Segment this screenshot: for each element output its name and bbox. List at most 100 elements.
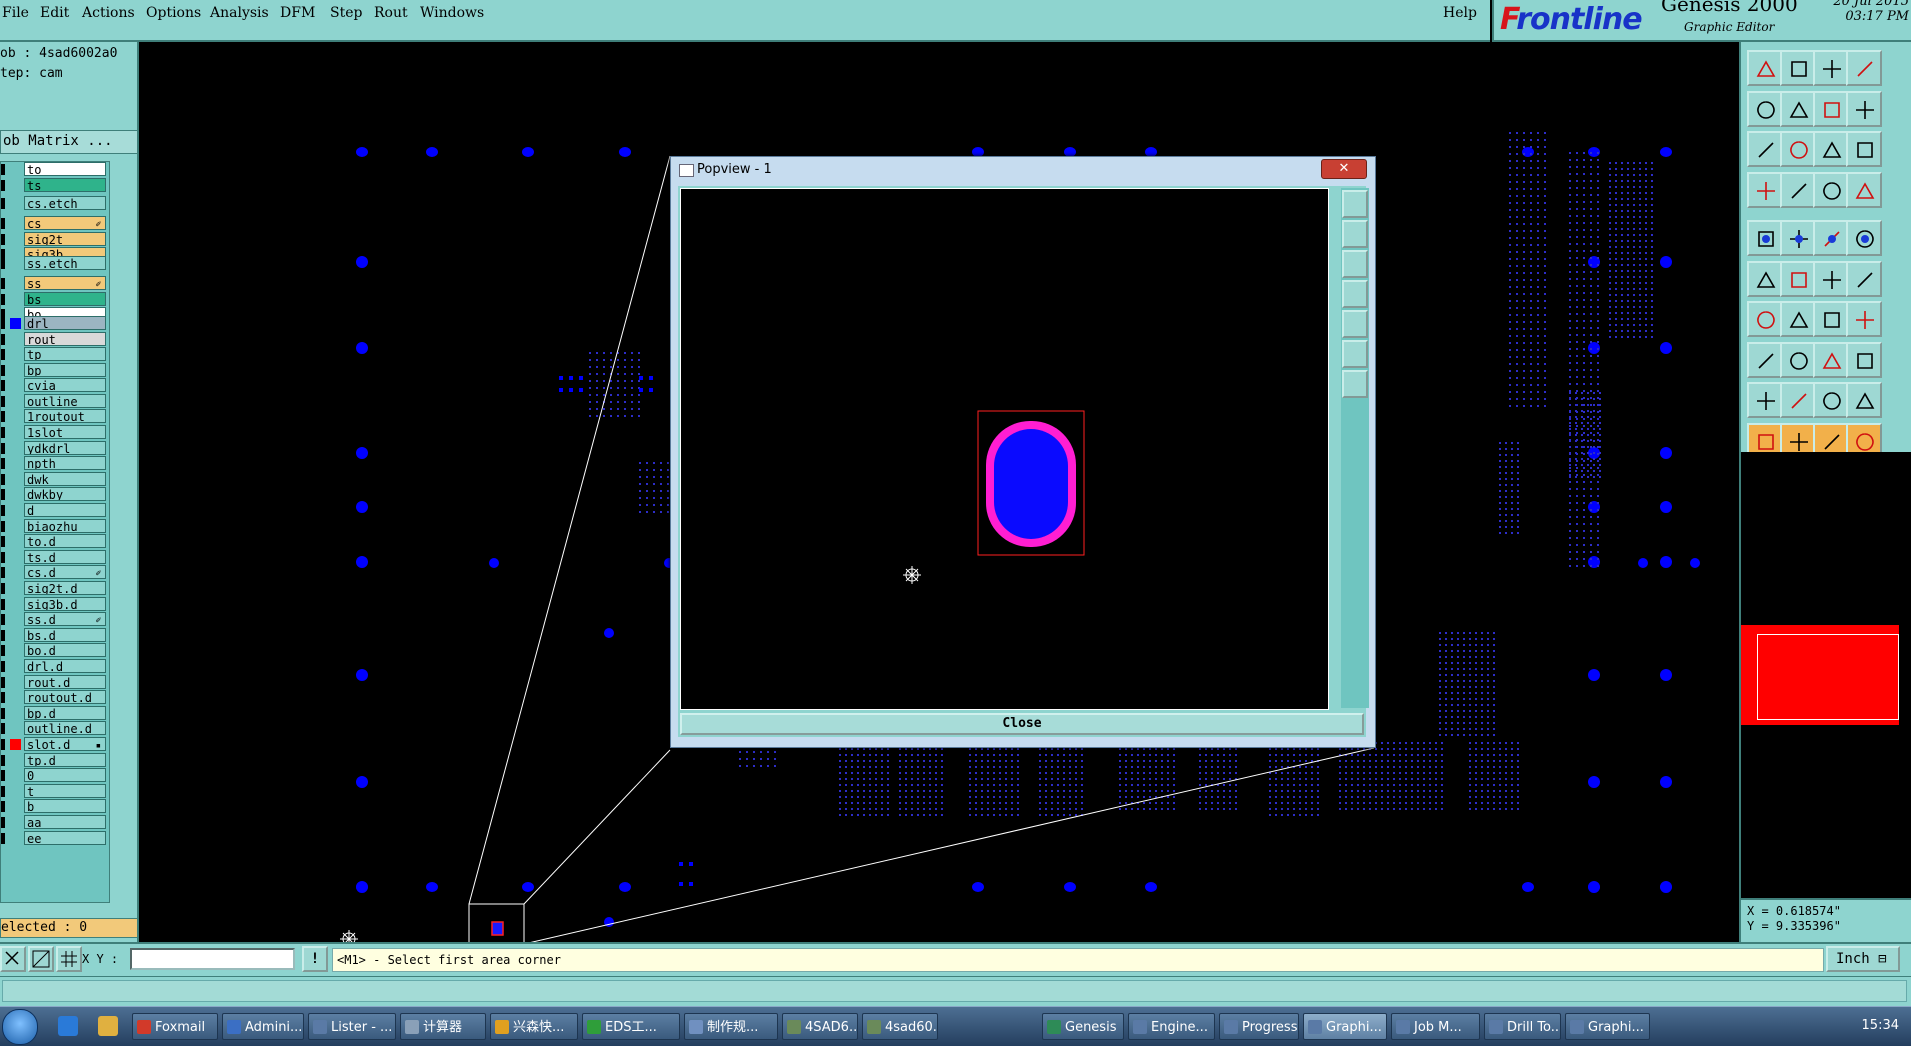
layer-row-b[interactable]: b (1, 799, 109, 814)
pan-down-button[interactable] (1342, 250, 1368, 278)
layer-checkbox[interactable] (1, 598, 5, 610)
circle-add-button[interactable] (1747, 341, 1783, 378)
menu-actions[interactable]: Actions (82, 5, 135, 21)
layer-checkbox[interactable] (1, 258, 5, 269)
layer-row-ss.d[interactable]: ss.d ✐ (1, 612, 109, 627)
layer-name[interactable]: bp.d (24, 705, 106, 720)
layer-row-bp[interactable]: bp (1, 362, 109, 378)
layer-row-sig2t.d[interactable]: sig2t.d (1, 581, 109, 596)
layer-name[interactable]: tp (24, 347, 106, 361)
layer-checkbox[interactable] (1, 832, 5, 844)
layer-row-1routout[interactable]: 1routout (1, 409, 109, 424)
layer-name[interactable]: 0 (24, 768, 106, 783)
menu-step[interactable]: Step (330, 5, 362, 21)
task-button[interactable]: Graphi... (1303, 1013, 1387, 1040)
layer-checkbox[interactable] (1, 645, 5, 657)
layer-checkbox[interactable] (1, 676, 5, 688)
layer-checkbox[interactable] (1, 661, 5, 672)
layer-name[interactable]: ss.etch (24, 256, 106, 270)
triangle-d-button[interactable] (1846, 382, 1882, 418)
zoom-fit-button[interactable] (1342, 190, 1368, 218)
layer-row-ss.etch[interactable]: ss.etch (1, 256, 109, 271)
layer-row-rout[interactable]: rout (1, 331, 109, 347)
layer-row-ts.d[interactable]: ts.d (1, 549, 109, 565)
explorer-icon[interactable] (98, 1016, 118, 1036)
layer-name[interactable]: aa (24, 815, 106, 829)
line-style-button[interactable] (1813, 220, 1849, 256)
task-button[interactable]: 兴森快... (490, 1013, 578, 1040)
menu-edit[interactable]: Edit (40, 5, 69, 21)
layer-name[interactable]: d (24, 503, 106, 517)
task-button[interactable]: Lister - ... (308, 1013, 396, 1040)
triangle-c-button[interactable] (1813, 382, 1849, 418)
layer-checkbox[interactable] (1, 520, 5, 532)
layer-row-bs.d[interactable]: bs.d (1, 627, 109, 643)
layer-name[interactable]: to.d (24, 534, 106, 549)
layer-checkbox[interactable] (1, 442, 5, 454)
layer-name[interactable]: bs.d (24, 627, 106, 642)
layer-name[interactable]: ss.d ✐ (24, 612, 106, 627)
layer-checkbox[interactable] (1, 739, 5, 750)
layer-name[interactable]: outline.d (24, 721, 106, 736)
layer-name[interactable]: dwk (24, 471, 106, 486)
task-button[interactable]: Genesis (1042, 1013, 1124, 1040)
layer-name[interactable]: ts.d (24, 549, 106, 564)
scale-1-2-button[interactable] (1813, 131, 1849, 167)
layer-name[interactable]: ss ✐ (24, 276, 106, 290)
layer-checkbox[interactable] (1, 458, 5, 470)
task-button[interactable]: Foxmail (132, 1013, 218, 1040)
group-button[interactable] (1846, 341, 1882, 378)
layer-checkbox[interactable] (1, 293, 5, 305)
pan-up-button[interactable] (1342, 220, 1368, 248)
layer-name[interactable]: routout.d (24, 690, 106, 705)
layer-row-ee[interactable]: ee (1, 830, 109, 846)
snap-button[interactable] (0, 946, 26, 972)
layer-row-sig3b.d[interactable]: sig3b.d (1, 596, 109, 612)
layer-name[interactable]: bs (24, 291, 106, 306)
layer-checkbox[interactable] (1, 233, 5, 245)
layer-row-drl.d[interactable]: drl.d (1, 659, 109, 674)
layer-row-cvia[interactable]: cvia (1, 378, 109, 393)
redraw-button[interactable] (1813, 90, 1849, 127)
move-up-button[interactable] (1747, 50, 1783, 86)
xy-input[interactable] (130, 948, 295, 970)
arc-point-button[interactable] (1846, 260, 1882, 297)
segment-button[interactable] (1780, 341, 1816, 378)
task-button[interactable]: 4sad60... (862, 1013, 938, 1040)
features-toggle-button[interactable] (1846, 171, 1882, 208)
layer-row-routout.d[interactable]: routout.d (1, 690, 109, 705)
layer-row-sig2t[interactable]: sig2t (1, 231, 109, 247)
pan-left-button[interactable] (1342, 280, 1368, 308)
layer-checkbox[interactable] (1, 801, 5, 813)
triangle-b-button[interactable] (1780, 382, 1816, 418)
layer-checkbox[interactable] (1, 164, 5, 175)
layer-row-tp[interactable]: tp (1, 347, 109, 362)
layer-row-t[interactable]: t (1, 783, 109, 799)
layer-row-rout.d[interactable]: rout.d (1, 674, 109, 690)
layer-row-cs[interactable]: cs ✐ (1, 216, 109, 231)
layer-checkbox[interactable] (1, 489, 5, 501)
layer-name[interactable]: cs.etch (24, 196, 106, 210)
layer-checkbox[interactable] (1, 583, 5, 594)
layer-name[interactable]: cvia (24, 378, 106, 393)
layer-name[interactable]: rout.d (24, 674, 106, 689)
start-button[interactable] (2, 1009, 38, 1045)
ie-icon[interactable] (58, 1016, 78, 1036)
task-button[interactable]: EDS工... (582, 1013, 680, 1040)
layer-checkbox[interactable] (1, 629, 5, 641)
layer-row-to.d[interactable]: to.d (1, 534, 109, 549)
measure-button[interactable] (1747, 171, 1783, 208)
slope-button[interactable] (1780, 301, 1816, 337)
layer-row-npth[interactable]: npth (1, 456, 109, 471)
layer-name[interactable]: ydkdrl (24, 440, 106, 455)
task-button[interactable]: 计算器 (400, 1013, 486, 1040)
layer-row-aa[interactable]: aa (1, 815, 109, 830)
layer-row-1slot[interactable]: 1slot (1, 425, 109, 440)
pan-left-button[interactable] (1747, 90, 1783, 127)
job-matrix-button[interactable]: ob Matrix ... (0, 130, 138, 154)
layer-checkbox[interactable] (1, 817, 5, 828)
layer-row-bo.d[interactable]: bo.d (1, 643, 109, 658)
layer-name[interactable]: tp.d (24, 752, 106, 767)
layer-checkbox[interactable] (1, 364, 5, 376)
pad-shape-button[interactable] (1846, 220, 1882, 256)
